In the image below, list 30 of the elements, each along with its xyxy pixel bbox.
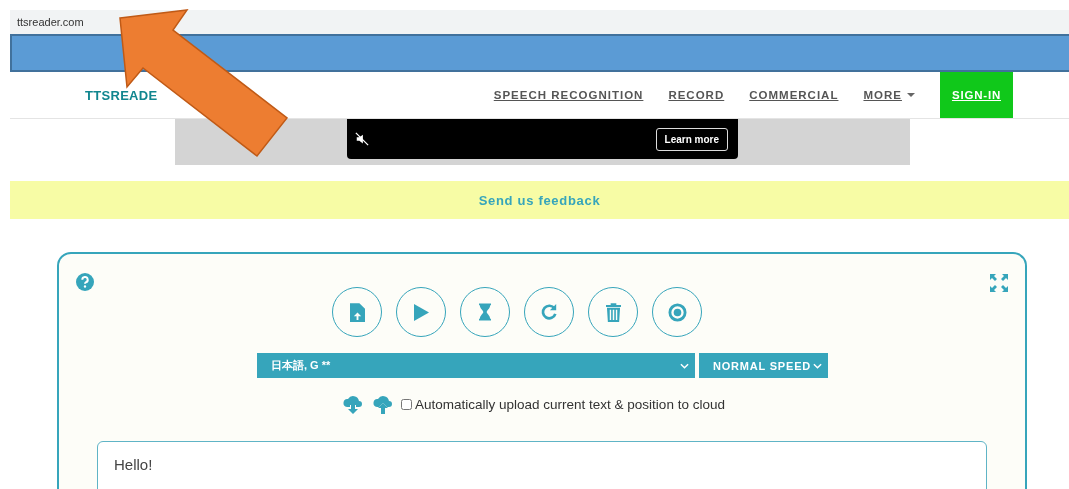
reload-button[interactable] [524, 287, 574, 337]
site-logo[interactable]: TTSREADE [85, 87, 158, 103]
upload-file-button[interactable] [332, 287, 382, 337]
caret-icon [906, 93, 915, 97]
record-icon [667, 302, 687, 322]
nav-dropdown[interactable]: MORE [863, 89, 915, 101]
delete-button[interactable] [588, 287, 638, 337]
trash-icon [605, 302, 621, 322]
help-icon[interactable] [76, 273, 94, 291]
file-upload-icon [349, 302, 365, 322]
auto-upload-checkbox[interactable] [401, 398, 412, 410]
chevron-down-icon [813, 362, 822, 369]
fullscreen-icon[interactable] [989, 273, 1009, 293]
nav-link[interactable]: COMMERCIAL [749, 89, 839, 101]
play-icon [413, 303, 429, 321]
chevron-down-icon [680, 362, 689, 369]
reload-icon [540, 303, 558, 321]
auto-upload-label: Automatically upload current text & position to cloud [415, 396, 725, 412]
play-button[interactable] [396, 287, 446, 337]
cloud-upload-icon[interactable] [373, 394, 393, 414]
address-bar[interactable]: ttsreader.com [10, 10, 1069, 34]
record-button[interactable] [652, 287, 702, 337]
cloud-download-icon[interactable] [343, 394, 363, 414]
learn-more-button[interactable]: Learn more [655, 127, 728, 151]
nav-link[interactable]: SPEECH RECOGNITION [493, 89, 644, 101]
hourglass-icon [479, 303, 491, 321]
text-input-field[interactable]: Hello! [97, 441, 987, 489]
muted-speaker-icon[interactable] [355, 132, 369, 146]
nav-link[interactable]: RECORD [668, 89, 725, 101]
timer-button[interactable] [460, 287, 510, 337]
